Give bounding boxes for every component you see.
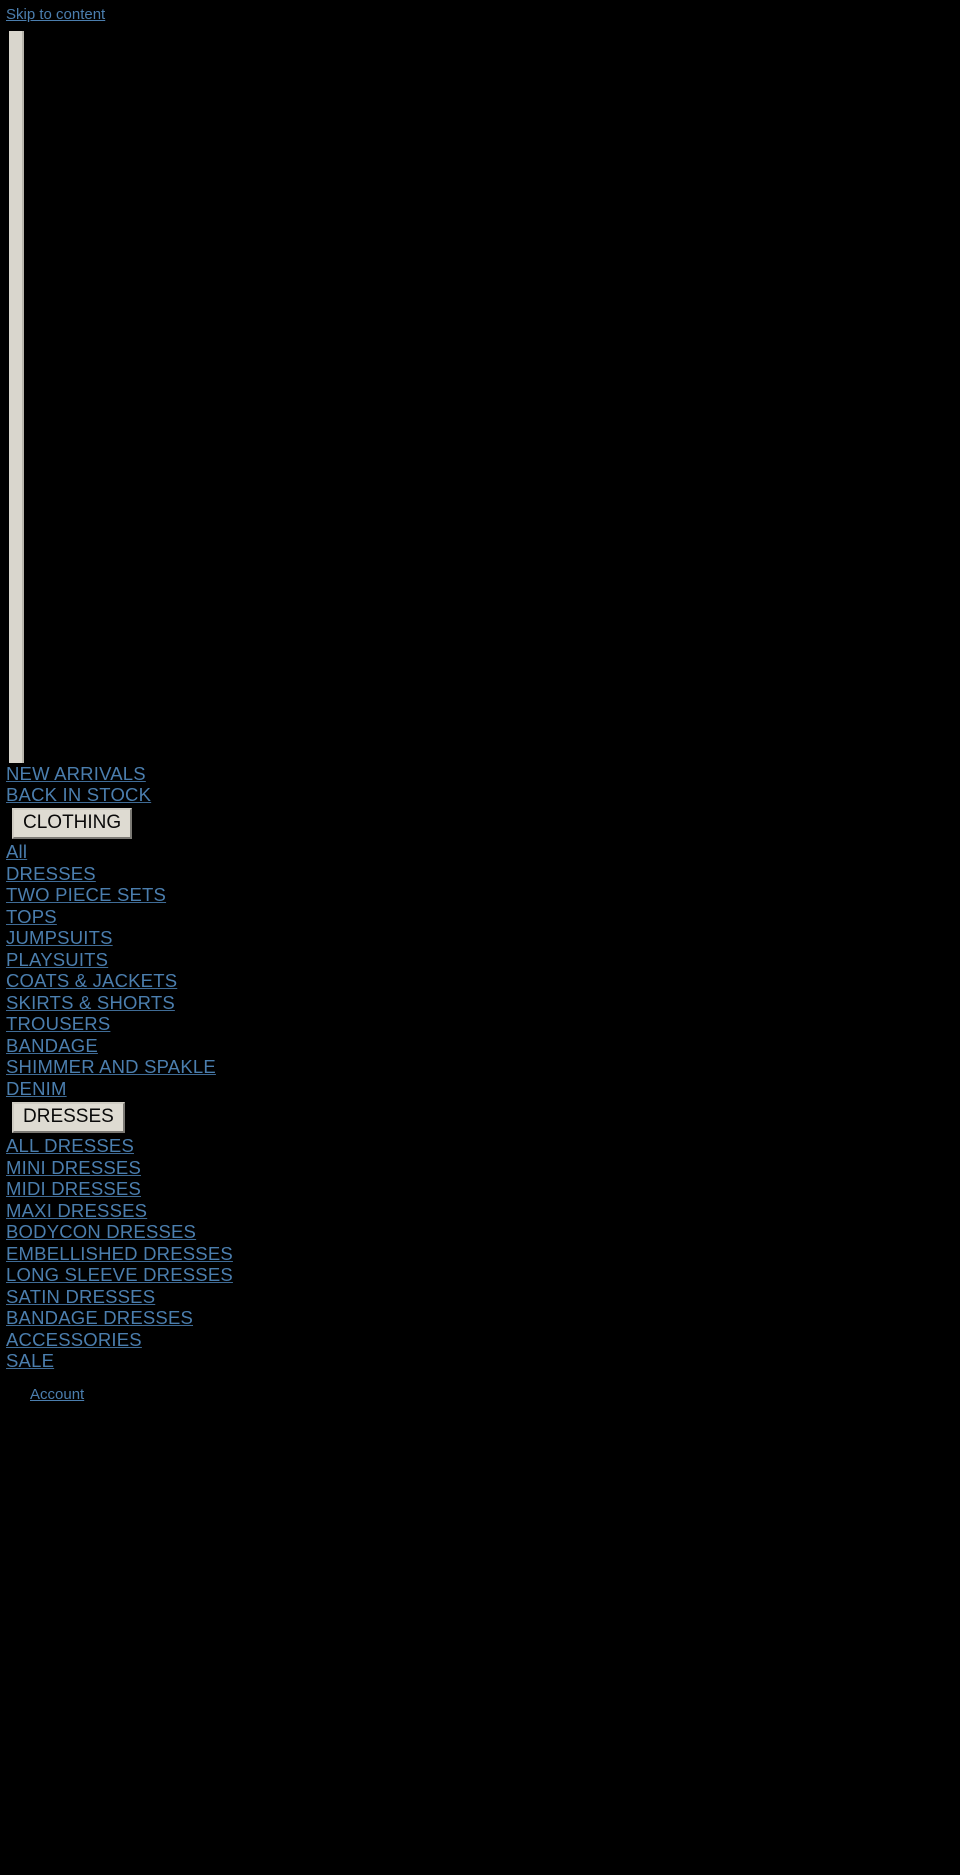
nav-sublist-dresses: ALL DRESSES MINI DRESSES MIDI DRESSES MA… bbox=[6, 1136, 960, 1330]
list-item: SATIN DRESSES bbox=[6, 1286, 960, 1308]
nav-link-sale[interactable]: SALE bbox=[6, 1351, 960, 1373]
nav-link-mini-dresses[interactable]: MINI DRESSES bbox=[6, 1157, 960, 1179]
list-item: MINI DRESSES bbox=[6, 1157, 960, 1179]
list-item: DENIM bbox=[6, 1078, 960, 1100]
list-item: MIDI DRESSES bbox=[6, 1179, 960, 1201]
nav-link-midi-dresses[interactable]: MIDI DRESSES bbox=[6, 1179, 960, 1201]
list-item: All bbox=[6, 842, 960, 864]
nav-link-satin-dresses[interactable]: SATIN DRESSES bbox=[6, 1286, 960, 1308]
primary-navigation: NEW ARRIVALS BACK IN STOCK CLOTHING All … bbox=[0, 763, 960, 1372]
section-toggle-dresses[interactable]: DRESSES bbox=[12, 1101, 125, 1133]
list-item: LONG SLEEVE DRESSES bbox=[6, 1265, 960, 1287]
nav-item-back-in-stock: BACK IN STOCK bbox=[6, 785, 960, 807]
utility-navigation: Account bbox=[0, 1372, 960, 1404]
nav-link-new-arrivals[interactable]: NEW ARRIVALS bbox=[6, 763, 960, 785]
nav-link-clothing-dresses[interactable]: DRESSES bbox=[6, 863, 960, 885]
list-item: SKIRTS & SHORTS bbox=[6, 992, 960, 1014]
list-item: BANDAGE DRESSES bbox=[6, 1308, 960, 1330]
nav-item-new-arrivals: NEW ARRIVALS bbox=[6, 763, 960, 785]
skip-to-content-link[interactable]: Skip to content bbox=[6, 6, 105, 24]
nav-link-bodycon-dresses[interactable]: BODYCON DRESSES bbox=[6, 1222, 960, 1244]
list-item: BANDAGE bbox=[6, 1035, 960, 1057]
list-item: TWO PIECE SETS bbox=[6, 885, 960, 907]
list-item: EMBELLISHED DRESSES bbox=[6, 1243, 960, 1265]
skip-link-container: Skip to content bbox=[0, 0, 960, 24]
nav-link-clothing-coats-and-jackets[interactable]: COATS & JACKETS bbox=[6, 971, 960, 993]
primary-nav-list: NEW ARRIVALS BACK IN STOCK CLOTHING All … bbox=[0, 763, 960, 1372]
nav-link-bandage-dresses[interactable]: BANDAGE DRESSES bbox=[6, 1308, 960, 1330]
list-item: MAXI DRESSES bbox=[6, 1200, 960, 1222]
nav-link-clothing-playsuits[interactable]: PLAYSUITS bbox=[6, 949, 960, 971]
nav-link-back-in-stock[interactable]: BACK IN STOCK bbox=[6, 785, 960, 807]
nav-link-clothing-jumpsuits[interactable]: JUMPSUITS bbox=[6, 928, 960, 950]
list-item: BODYCON DRESSES bbox=[6, 1222, 960, 1244]
site-logo-image-placeholder[interactable] bbox=[9, 31, 24, 763]
list-item: COATS & JACKETS bbox=[6, 971, 960, 993]
nav-link-all-dresses[interactable]: ALL DRESSES bbox=[6, 1136, 960, 1158]
list-item: SHIMMER AND SPAKLE bbox=[6, 1057, 960, 1079]
nav-link-accessories[interactable]: ACCESSORIES bbox=[6, 1329, 960, 1351]
page-root: Skip to content NEW ARRIVALS BACK IN STO… bbox=[0, 0, 960, 1875]
list-item: PLAYSUITS bbox=[6, 949, 960, 971]
nav-link-clothing-bandage[interactable]: BANDAGE bbox=[6, 1035, 960, 1057]
nav-item-accessories: ACCESSORIES bbox=[6, 1329, 960, 1351]
nav-section-clothing: CLOTHING All DRESSES TWO PIECE SETS TOPS bbox=[6, 806, 960, 1100]
nav-link-maxi-dresses[interactable]: MAXI DRESSES bbox=[6, 1200, 960, 1222]
list-item: ALL DRESSES bbox=[6, 1136, 960, 1158]
nav-link-clothing-shimmer-and-spakle[interactable]: SHIMMER AND SPAKLE bbox=[6, 1057, 960, 1079]
list-item: Account bbox=[30, 1386, 960, 1404]
nav-link-clothing-trousers[interactable]: TROUSERS bbox=[6, 1014, 960, 1036]
nav-link-embellished-dresses[interactable]: EMBELLISHED DRESSES bbox=[6, 1243, 960, 1265]
list-item: TROUSERS bbox=[6, 1014, 960, 1036]
nav-item-sale: SALE bbox=[6, 1351, 960, 1373]
section-toggle-clothing[interactable]: CLOTHING bbox=[12, 808, 133, 839]
nav-link-clothing-two-piece-sets[interactable]: TWO PIECE SETS bbox=[6, 885, 960, 907]
nav-link-long-sleeve-dresses[interactable]: LONG SLEEVE DRESSES bbox=[6, 1265, 960, 1287]
nav-link-clothing-skirts-and-shorts[interactable]: SKIRTS & SHORTS bbox=[6, 992, 960, 1014]
list-item: DRESSES bbox=[6, 863, 960, 885]
nav-link-clothing-all[interactable]: All bbox=[6, 842, 960, 864]
nav-link-clothing-tops[interactable]: TOPS bbox=[6, 906, 960, 928]
list-item: JUMPSUITS bbox=[6, 928, 960, 950]
nav-section-dresses: DRESSES ALL DRESSES MINI DRESSES MIDI DR… bbox=[6, 1100, 960, 1329]
nav-sublist-clothing: All DRESSES TWO PIECE SETS TOPS JUMPSUIT… bbox=[6, 842, 960, 1100]
nav-link-clothing-denim[interactable]: DENIM bbox=[6, 1078, 960, 1100]
page-empty-region bbox=[0, 1404, 960, 1824]
list-item: TOPS bbox=[6, 906, 960, 928]
utility-nav-list: Account bbox=[0, 1386, 960, 1404]
account-link[interactable]: Account bbox=[30, 1386, 84, 1404]
